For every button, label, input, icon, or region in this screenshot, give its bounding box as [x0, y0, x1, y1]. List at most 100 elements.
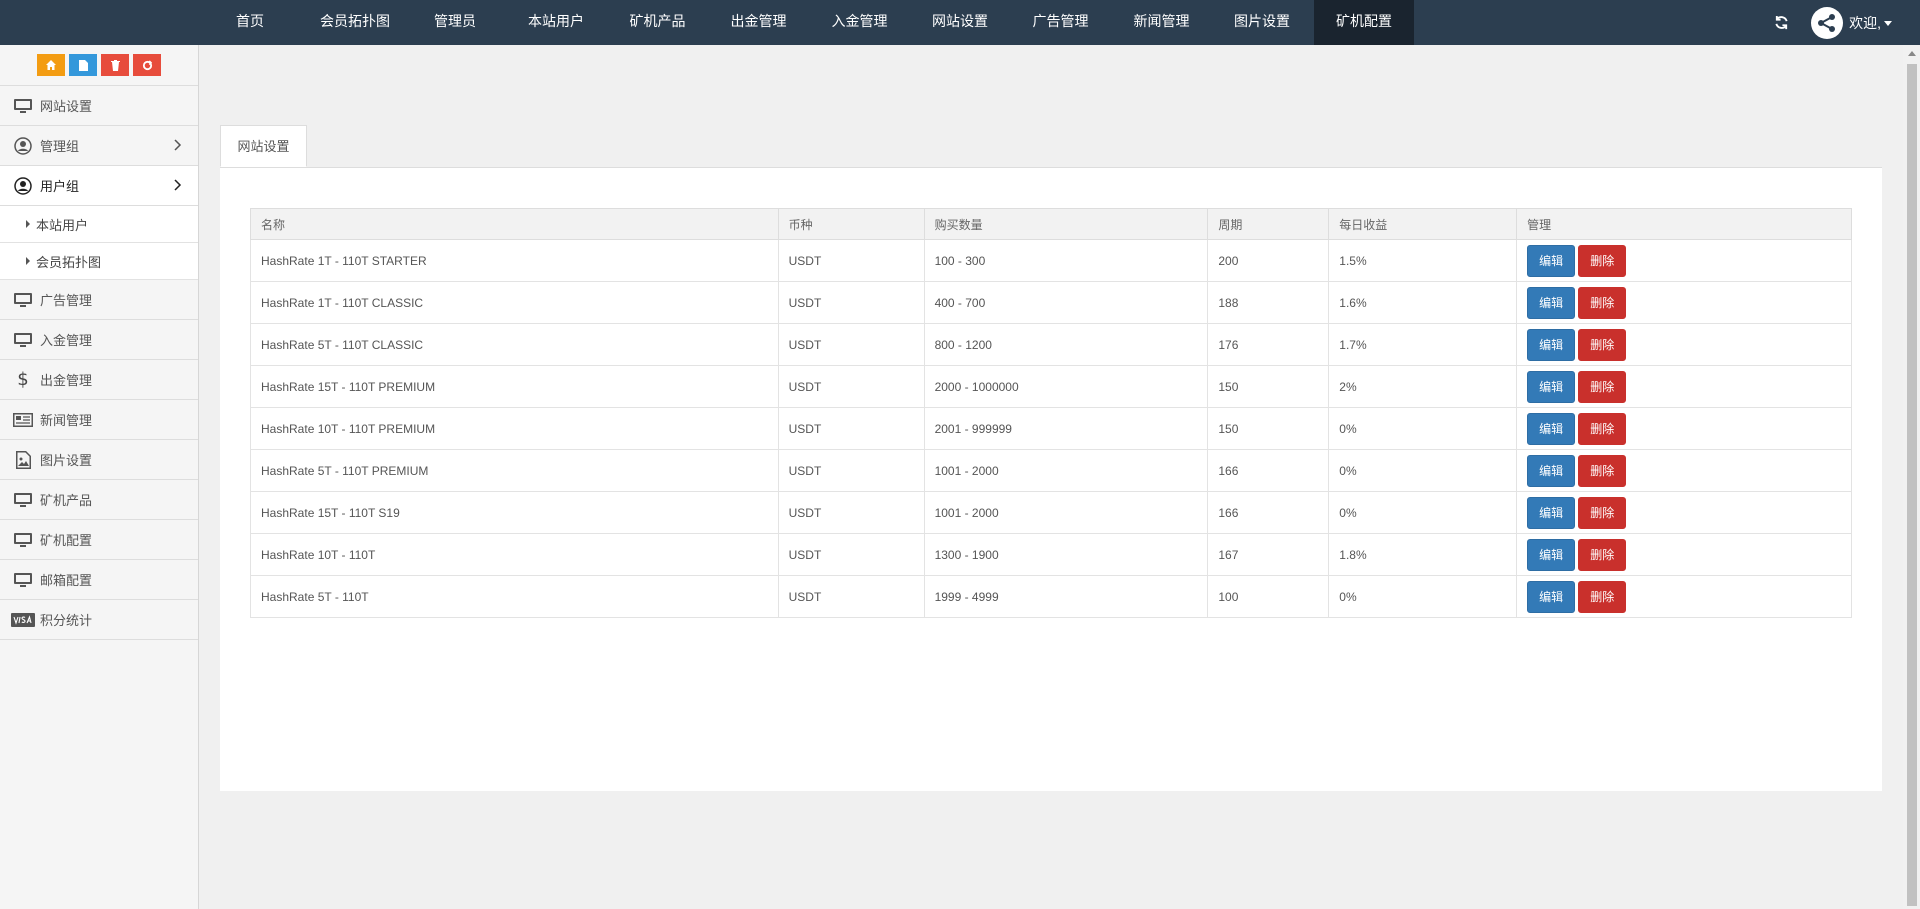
cell-currency: USDT	[777, 575, 925, 618]
cell-currency: USDT	[777, 281, 925, 324]
cell-daily-income: 0%	[1328, 575, 1518, 618]
tab-site-settings[interactable]: 网站设置	[220, 125, 307, 167]
edit-button[interactable]: 编辑	[1527, 328, 1576, 361]
miner-config-table: 名称 币种 购买数量 周期 每日收益 管理 HashRate 1T - 110T…	[250, 208, 1852, 618]
cell-name: HashRate 15T - 110T PREMIUM	[250, 365, 779, 408]
delete-button[interactable]: 删除	[1578, 496, 1627, 529]
nav-site-settings[interactable]: 网站设置	[918, 0, 1002, 45]
delete-button[interactable]: 删除	[1578, 370, 1627, 403]
column-header-currency: 币种	[777, 208, 925, 240]
refresh-icon[interactable]	[1769, 11, 1793, 35]
caret-right-icon	[26, 220, 30, 228]
nav-site-users[interactable]: 本站用户	[515, 0, 597, 45]
delete-button[interactable]: 删除	[1578, 454, 1627, 487]
cell-currency: USDT	[777, 365, 925, 408]
delete-button[interactable]: 删除	[1578, 538, 1627, 571]
cell-quantity: 400 - 700	[923, 281, 1209, 324]
trash-shortcut-button[interactable]	[101, 54, 129, 76]
edit-button[interactable]: 编辑	[1527, 370, 1576, 403]
nav-home[interactable]: 首页	[220, 0, 280, 45]
table-row: HashRate 10T - 110T PREMIUM USDT 2001 - …	[250, 407, 1852, 450]
cell-daily-income: 1.7%	[1328, 323, 1518, 366]
edit-button[interactable]: 编辑	[1527, 538, 1576, 571]
edit-button[interactable]: 编辑	[1527, 580, 1576, 613]
sidebar-item-deposit-management[interactable]: 入金管理	[0, 320, 198, 360]
sidebar-subitem-site-users[interactable]: 本站用户	[0, 206, 198, 243]
cell-daily-income: 0%	[1328, 407, 1518, 450]
shortcut-bar	[0, 45, 198, 86]
nav-ad-management[interactable]: 广告管理	[1018, 0, 1103, 45]
column-header-period: 周期	[1207, 208, 1330, 240]
monitor-icon	[11, 570, 35, 590]
cell-period: 176	[1207, 323, 1330, 366]
sidebar-item-label: 矿机配置	[40, 533, 93, 548]
visa-icon	[11, 610, 35, 630]
delete-button[interactable]: 删除	[1578, 412, 1627, 445]
sidebar-item-label: 本站用户	[36, 217, 89, 233]
table-header-row: 名称 币种 购买数量 周期 每日收益 管理	[250, 208, 1852, 240]
delete-button[interactable]: 删除	[1578, 244, 1627, 277]
monitor-icon	[11, 290, 35, 310]
nav-deposit-management[interactable]: 入金管理	[817, 0, 902, 45]
sidebar-item-user-group[interactable]: 用户组	[0, 166, 198, 206]
edit-button[interactable]: 编辑	[1527, 412, 1576, 445]
edit-button[interactable]: 编辑	[1527, 496, 1576, 529]
sidebar-menu: 网站设置 管理组 用户组 本站用户 会员拓扑图 广告管理 入金管理 $ 出金管理…	[0, 86, 198, 640]
sidebar-item-news-management[interactable]: 新闻管理	[0, 400, 198, 440]
sidebar-item-label: 矿机产品	[40, 493, 93, 508]
sidebar-item-admin-group[interactable]: 管理组	[0, 126, 198, 166]
sidebar-item-withdraw-management[interactable]: $ 出金管理	[0, 360, 198, 400]
edit-button[interactable]: 编辑	[1527, 454, 1576, 487]
cell-name: HashRate 5T - 110T CLASSIC	[250, 323, 779, 366]
cell-period: 166	[1207, 491, 1330, 534]
delete-button[interactable]: 删除	[1578, 580, 1627, 613]
scrollbar-thumb[interactable]	[1907, 64, 1917, 906]
cell-quantity: 2000 - 1000000	[923, 365, 1209, 408]
sidebar-subitem-member-topology[interactable]: 会员拓扑图	[0, 243, 198, 280]
cell-name: HashRate 1T - 110T STARTER	[250, 239, 779, 282]
avatar[interactable]	[1811, 6, 1844, 39]
sidebar-item-miner-products[interactable]: 矿机产品	[0, 480, 198, 520]
sidebar-item-mailbox-config[interactable]: 邮箱配置	[0, 560, 198, 600]
cell-period: 166	[1207, 449, 1330, 492]
column-header-name: 名称	[250, 208, 779, 240]
sidebar-item-site-settings[interactable]: 网站设置	[0, 86, 198, 126]
sidebar-item-points-stats[interactable]: 积分统计	[0, 600, 198, 640]
cell-currency: USDT	[777, 533, 925, 576]
welcome-dropdown[interactable]: 欢迎,	[1849, 13, 1892, 33]
edit-button[interactable]: 编辑	[1527, 244, 1576, 277]
nav-miner-products[interactable]: 矿机产品	[615, 0, 700, 45]
user-circle-icon	[11, 136, 35, 156]
cell-daily-income: 1.5%	[1328, 239, 1518, 282]
welcome-text: 欢迎,	[1849, 14, 1881, 31]
cell-currency: USDT	[777, 449, 925, 492]
cell-name: HashRate 5T - 110T	[250, 575, 779, 618]
scroll-up-arrow-icon[interactable]	[1908, 51, 1916, 56]
nav-member-topology[interactable]: 会员拓扑图	[305, 0, 405, 45]
nav-admin[interactable]: 管理员	[420, 0, 490, 45]
sidebar-item-ad-management[interactable]: 广告管理	[0, 280, 198, 320]
cell-period: 167	[1207, 533, 1330, 576]
edit-button[interactable]: 编辑	[1527, 286, 1576, 319]
home-icon	[46, 60, 56, 70]
delete-button[interactable]: 删除	[1578, 328, 1627, 361]
cell-currency: USDT	[777, 323, 925, 366]
nav-news-management[interactable]: 新闻管理	[1119, 0, 1204, 45]
cell-currency: USDT	[777, 491, 925, 534]
table-row: HashRate 15T - 110T S19 USDT 1001 - 2000…	[250, 491, 1852, 534]
nav-miner-config[interactable]: 矿机配置	[1314, 0, 1414, 45]
home-shortcut-button[interactable]	[37, 54, 65, 76]
sidebar-item-label: 积分统计	[40, 613, 93, 628]
document-shortcut-button[interactable]	[69, 54, 97, 76]
cell-actions: 编辑 删除	[1516, 533, 1852, 576]
cell-actions: 编辑 删除	[1516, 239, 1852, 282]
recycle-shortcut-button[interactable]	[133, 54, 161, 76]
sidebar-item-image-settings[interactable]: 图片设置	[0, 440, 198, 480]
nav-withdraw-management[interactable]: 出金管理	[716, 0, 801, 45]
delete-button[interactable]: 删除	[1578, 286, 1627, 319]
sidebar-item-miner-config[interactable]: 矿机配置	[0, 520, 198, 560]
caret-right-icon	[26, 257, 30, 265]
monitor-icon	[11, 96, 35, 116]
cell-quantity: 2001 - 999999	[923, 407, 1209, 450]
nav-image-settings[interactable]: 图片设置	[1220, 0, 1304, 45]
